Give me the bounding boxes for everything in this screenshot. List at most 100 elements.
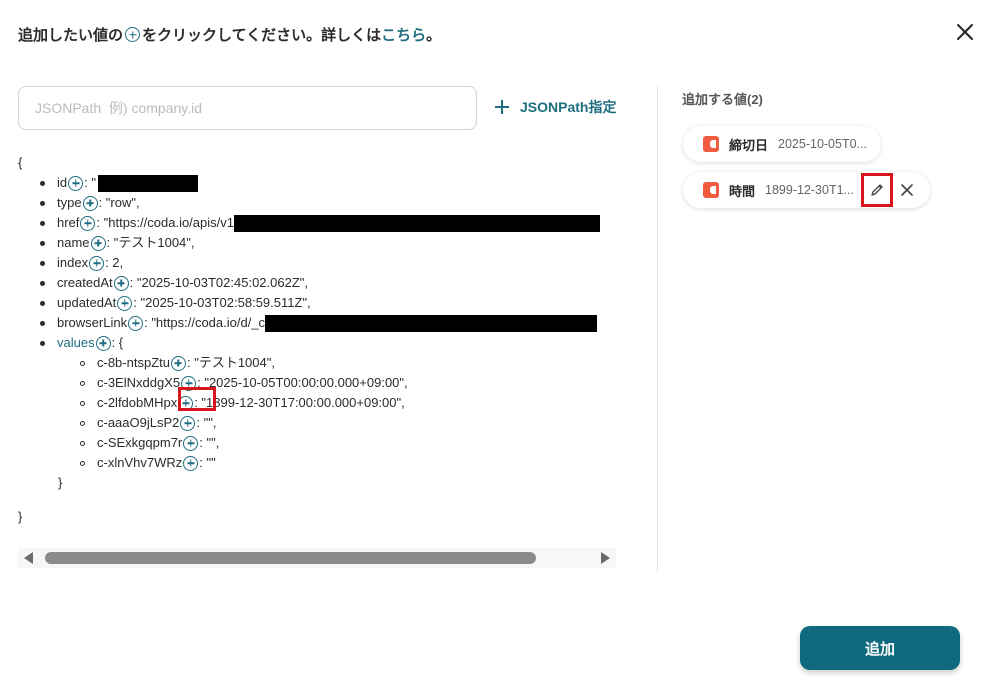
selected-values-title: 追加する値(2): [682, 92, 763, 107]
tree-value: : "": [199, 455, 216, 470]
tree-key: createdAt: [57, 275, 113, 290]
tree-key: browserLink: [57, 315, 128, 330]
add-value-icon[interactable]: [180, 415, 196, 431]
tree-subitem: c-xlnVhv7WRz : "": [18, 453, 622, 473]
tree-item-values: values : {: [18, 333, 622, 353]
tree-key: type: [57, 195, 82, 210]
tree-key: name: [57, 235, 90, 250]
add-value-icon[interactable]: [82, 195, 98, 211]
jsonpath-specify-label: JSONPath指定: [520, 99, 617, 115]
bullet: [40, 220, 45, 226]
chip-value: 1899-12-30T1...: [765, 183, 854, 197]
bullet: [80, 420, 85, 426]
chip-value: 2025-10-05T0...: [778, 137, 867, 151]
bullet: [40, 280, 45, 286]
tree-key: c-SExkgqpm7r: [97, 435, 183, 450]
tree-key: c-aaaO9jLsP2: [97, 415, 180, 430]
instruction-text: 追加したい値の をクリックしてください。詳しくは こちら 。: [18, 24, 441, 45]
tree-value: : "テスト1004",: [186, 355, 275, 370]
add-value-icon[interactable]: [170, 355, 186, 371]
instruction-text-middle: をクリックしてください。詳しくは: [142, 27, 382, 44]
tree-value: : "2025-10-05T00:00:00.000+09:00",: [197, 375, 408, 390]
chip-label: 締切日: [729, 137, 769, 153]
tree-value: : ": [84, 175, 96, 190]
tree-value: : "2025-10-03T02:58:59.511Z",: [133, 295, 311, 310]
tree-key: c-3ElNxddgX5: [97, 375, 181, 390]
tree-key: c-xlnVhv7WRz: [97, 455, 183, 470]
tree-subitem: c-aaaO9jLsP2 : "",: [18, 413, 622, 433]
tree-value: : "2025-10-03T02:45:02.062Z",: [129, 275, 309, 290]
tree-key-values[interactable]: values: [57, 333, 95, 353]
selected-value-chip[interactable]: 締切日 2025-10-05T0...: [683, 126, 881, 162]
selected-value-chip[interactable]: 時間 1899-12-30T1...: [683, 172, 930, 208]
chip-label: 時間: [729, 183, 756, 199]
jsonpath-specify-button[interactable]: JSONPath指定: [494, 97, 616, 117]
redacted-value: [97, 174, 198, 192]
bullet: [80, 400, 85, 406]
bullet: [80, 380, 85, 386]
redacted-value: [234, 214, 600, 232]
tree-item-id: id : ": [18, 173, 622, 193]
tree-item-createdAt: createdAt : "2025-10-03T02:45:02.062Z",: [18, 273, 622, 293]
add-value-icon[interactable]: [68, 175, 84, 191]
close-icon[interactable]: [954, 21, 976, 43]
tree-value: : "",: [199, 435, 220, 450]
tree-key: c-8b-ntspZtu: [97, 355, 170, 370]
add-value-icon[interactable]: [117, 295, 133, 311]
remove-icon: [901, 184, 913, 196]
instruction-text-end: 。: [426, 27, 442, 44]
tree-key: href: [57, 215, 80, 230]
tree-item-index: index : 2,: [18, 253, 622, 273]
highlight-box: [860, 173, 893, 207]
help-link[interactable]: こちら: [381, 24, 426, 45]
panel-divider: [657, 86, 658, 572]
coda-app-icon: [703, 136, 719, 152]
tree-item-name: name : "テスト1004",: [18, 233, 622, 253]
coda-app-icon: [703, 182, 719, 198]
plus-icon: [495, 100, 509, 114]
tree-key: updatedAt: [57, 295, 117, 310]
bullet: [80, 360, 85, 366]
add-value-icon[interactable]: [90, 235, 106, 251]
tree-subitem-highlighted: c-2lfdobMHpx : "1899-12-30T17:00:00.000+…: [18, 387, 622, 413]
tree-subitem: c-SExkgqpm7r : "",: [18, 433, 622, 453]
tree-subitem: c-3ElNxddgX5 : "2025-10-05T00:00:00.000+…: [18, 373, 622, 393]
add-value-icon[interactable]: [89, 255, 105, 271]
add-value-icon[interactable]: [183, 455, 199, 471]
add-value-icon[interactable]: [80, 215, 96, 231]
bullet: [40, 340, 45, 346]
tree-key: id: [57, 175, 68, 190]
bullet: [40, 200, 45, 206]
bullet: [40, 240, 45, 246]
instruction-text-start: 追加したい値の: [18, 27, 124, 44]
tree-subitem: c-8b-ntspZtu : "テスト1004",: [18, 353, 622, 373]
tree-value: : "1899-12-30T17:00:00.000+09:00",: [194, 395, 405, 410]
values-close-brace: }: [58, 475, 63, 490]
add-value-icon[interactable]: [128, 315, 144, 331]
bullet: [40, 180, 45, 186]
edit-button[interactable]: [860, 173, 893, 207]
tree-item-browserLink: browserLink : "https://coda.io/d/_c: [18, 313, 622, 333]
jsonpath-search-input[interactable]: [18, 86, 477, 130]
add-button[interactable]: 追加: [800, 626, 960, 670]
add-value-icon[interactable]: [183, 435, 199, 451]
scrollbar-thumb[interactable]: [45, 552, 536, 564]
tree-item-href: href : "https://coda.io/apis/v1: [18, 213, 622, 233]
highlight-box: [178, 387, 216, 411]
tree-value: : "",: [196, 415, 217, 430]
remove-button[interactable]: [898, 181, 916, 199]
scroll-right-icon[interactable]: [601, 552, 610, 564]
add-value-icon[interactable]: [113, 275, 129, 291]
tree-value: : {: [111, 335, 124, 350]
bullet: [40, 320, 45, 326]
tree-key: index: [57, 255, 89, 270]
add-value-icon[interactable]: [95, 335, 111, 351]
tree-value: : "row",: [98, 195, 140, 210]
redacted-value: [265, 314, 598, 332]
scroll-left-icon[interactable]: [24, 552, 33, 564]
open-brace: {: [18, 155, 23, 170]
horizontal-scrollbar[interactable]: [18, 548, 616, 568]
bullet: [40, 260, 45, 266]
plus-circle-icon: [125, 27, 141, 42]
tree-value: : "テスト1004",: [106, 235, 195, 250]
